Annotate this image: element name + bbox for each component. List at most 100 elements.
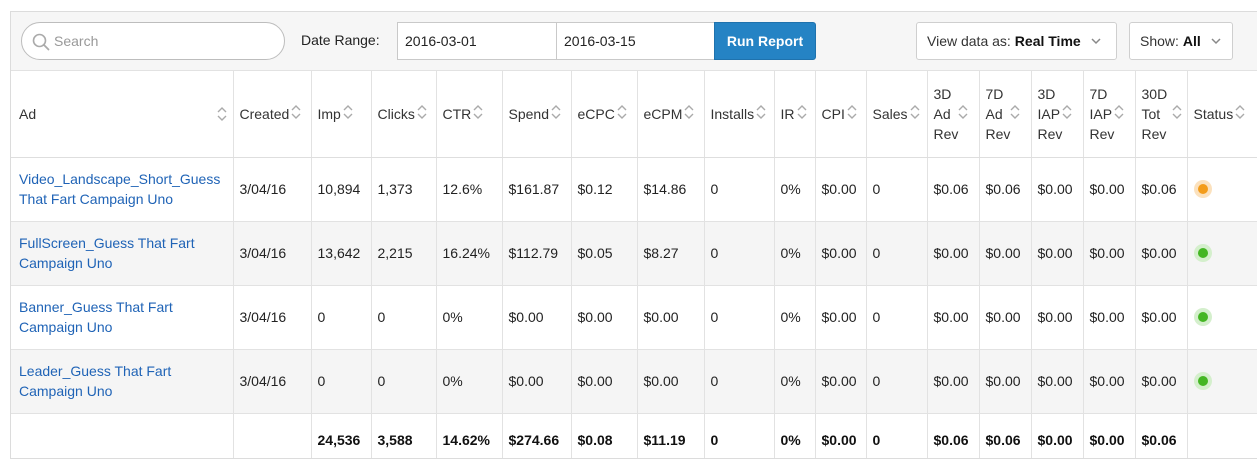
cell-ecpm: $0.00 <box>637 349 705 414</box>
status-dot-icon[interactable] <box>1193 372 1212 391</box>
cell-installs: 0 <box>704 349 775 414</box>
cell-ir: 0% <box>774 157 816 222</box>
cell-ir: 0% <box>774 221 816 286</box>
cell-ad7: $0.00 <box>979 221 1032 286</box>
end-date-input[interactable]: 2016-03-15 <box>556 22 715 60</box>
col-header-label: CPI <box>821 105 845 122</box>
cell-ad7: $0.00 <box>979 285 1032 350</box>
sort-arrows-icon[interactable] <box>343 104 353 123</box>
sort-arrows-icon[interactable] <box>473 104 483 123</box>
col-header-3d-iap-rev[interactable]: 3D IAP Rev <box>1031 71 1084 158</box>
col-header-label: 7D IAP Rev <box>1089 85 1115 142</box>
cell-tot30: $0.06 <box>1135 157 1188 222</box>
cell-ecpm: $14.86 <box>637 157 705 222</box>
col-header-ctr[interactable]: CTR <box>436 71 503 158</box>
sort-arrows-icon[interactable] <box>1062 104 1072 123</box>
search-input[interactable]: Search <box>21 22 285 60</box>
cell-iap3: $0.00 <box>1031 221 1084 286</box>
cell-ecpc: $0.12 <box>571 157 638 222</box>
report-table: Ad Created Imp Clicks CTR Spend eCPC eCP… <box>11 71 1257 458</box>
view-data-dropdown[interactable]: View data as: Real Time <box>916 22 1117 60</box>
table-row[interactable]: Video_Landscape_Short_Guess That Fart Ca… <box>11 157 1257 222</box>
sort-arrows-icon[interactable] <box>551 104 561 123</box>
col-header-label: Installs <box>710 105 755 122</box>
chevron-down-icon <box>1091 38 1101 45</box>
sort-arrows-icon[interactable] <box>417 104 427 123</box>
run-report-button[interactable]: Run Report <box>714 22 816 60</box>
cell-ad3: $0.06 <box>927 157 980 222</box>
table-header-row: Ad Created Imp Clicks CTR Spend eCPC eCP… <box>11 71 1257 158</box>
status-dot-icon[interactable] <box>1193 244 1212 263</box>
cell-tot30: $0.00 <box>1135 285 1188 350</box>
report-panel: Search Date Range: 2016-03-01 2016-03-15… <box>10 11 1257 459</box>
totals-cell: 0 <box>704 413 775 458</box>
cell-created: 3/04/16 <box>233 285 312 350</box>
table-row[interactable]: Leader_Guess That Fart Campaign Uno 3/04/… <box>11 349 1257 414</box>
col-header-ecpc[interactable]: eCPC <box>571 71 638 158</box>
cell-tot30: $0.00 <box>1135 221 1188 286</box>
cell-clicks: 2,215 <box>371 221 437 286</box>
col-header-label: Status <box>1193 105 1234 122</box>
col-header-30d-tot-rev[interactable]: 30D Tot Rev <box>1135 71 1188 158</box>
cell-ecpc: $0.00 <box>571 285 638 350</box>
sort-arrows-icon[interactable] <box>910 104 920 123</box>
status-dot-icon[interactable] <box>1193 308 1212 327</box>
show-value: All <box>1182 33 1201 49</box>
sort-arrows-icon[interactable] <box>291 104 301 123</box>
sort-arrows-icon[interactable] <box>756 104 766 123</box>
ad-name-link[interactable]: FullScreen_Guess That Fart Campaign Uno <box>19 235 195 271</box>
totals-cell: 0% <box>774 413 816 458</box>
cell-spend: $0.00 <box>502 349 572 414</box>
col-header-sales[interactable]: Sales <box>866 71 928 158</box>
sort-arrows-icon[interactable] <box>1235 104 1245 123</box>
col-header-7d-ad-rev[interactable]: 7D Ad Rev <box>979 71 1032 158</box>
cell-tot30: $0.00 <box>1135 349 1188 414</box>
sort-arrows-icon[interactable] <box>1010 104 1020 123</box>
start-date-input[interactable]: 2016-03-01 <box>397 22 557 60</box>
col-header-created[interactable]: Created <box>233 71 312 158</box>
sort-arrows-icon[interactable] <box>684 104 694 123</box>
table-row[interactable]: FullScreen_Guess That Fart Campaign Uno 3… <box>11 221 1257 286</box>
col-header-ad[interactable]: Ad <box>11 71 234 158</box>
cell-ctr: 16.24% <box>436 221 503 286</box>
col-header-cpi[interactable]: CPI <box>815 71 867 158</box>
ad-name-link[interactable]: Video_Landscape_Short_Guess That Fart Ca… <box>19 171 220 207</box>
totals-cell: 14.62% <box>436 413 503 458</box>
sort-arrows-icon[interactable] <box>958 104 968 123</box>
cell-ad3: $0.00 <box>927 221 980 286</box>
cell-ad7: $0.06 <box>979 157 1032 222</box>
sort-arrows-icon[interactable] <box>617 104 627 123</box>
totals-cell: $0.06 <box>1135 413 1188 458</box>
cell-ecpc: $0.00 <box>571 349 638 414</box>
totals-cell <box>1187 413 1257 458</box>
col-header-3d-ad-rev[interactable]: 3D Ad Rev <box>927 71 980 158</box>
show-label: Show: <box>1140 33 1179 49</box>
cell-created: 3/04/16 <box>233 221 312 286</box>
col-header-clicks[interactable]: Clicks <box>371 71 437 158</box>
sort-arrows-icon[interactable] <box>217 106 227 125</box>
cell-iap3: $0.00 <box>1031 285 1084 350</box>
col-header-spend[interactable]: Spend <box>502 71 572 158</box>
cell-iap7: $0.00 <box>1083 285 1136 350</box>
col-header-ecpm[interactable]: eCPM <box>637 71 705 158</box>
status-dot-icon[interactable] <box>1193 180 1212 199</box>
sort-arrows-icon[interactable] <box>797 104 807 123</box>
col-header-7d-iap-rev[interactable]: 7D IAP Rev <box>1083 71 1136 158</box>
table-row[interactable]: Banner_Guess That Fart Campaign Uno 3/04/… <box>11 285 1257 350</box>
col-header-installs[interactable]: Installs <box>704 71 775 158</box>
show-dropdown[interactable]: Show: All <box>1129 22 1233 60</box>
status-cell <box>1187 349 1257 414</box>
totals-row: 24,536 3,588 14.62% $274.66 $0.08 $11.19… <box>11 413 1257 458</box>
sort-arrows-icon[interactable] <box>1114 104 1124 123</box>
cell-created: 3/04/16 <box>233 157 312 222</box>
sort-arrows-icon[interactable] <box>847 104 857 123</box>
col-header-imp[interactable]: Imp <box>311 71 372 158</box>
cell-installs: 0 <box>704 157 775 222</box>
ad-name-link[interactable]: Banner_Guess That Fart Campaign Uno <box>19 299 173 335</box>
ad-name-link[interactable]: Leader_Guess That Fart Campaign Uno <box>19 363 171 399</box>
sort-arrows-icon[interactable] <box>1172 104 1182 123</box>
col-header-label: Ad <box>19 105 37 122</box>
col-header-status[interactable]: Status <box>1187 71 1257 158</box>
col-header-ir[interactable]: IR <box>774 71 816 158</box>
ad-name-cell: Banner_Guess That Fart Campaign Uno <box>11 285 234 350</box>
